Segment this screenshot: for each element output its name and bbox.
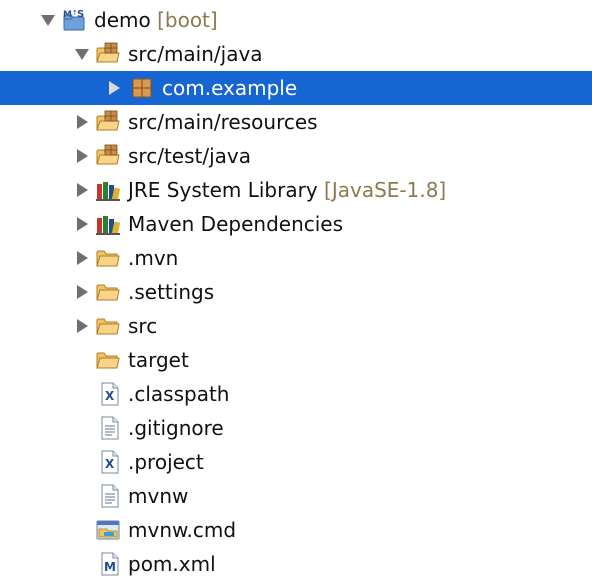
- tree-item-label: .gitignore: [128, 416, 224, 440]
- tree-item-src-main-resources[interactable]: src/main/resources: [0, 105, 592, 139]
- tree-item-label: .settings: [128, 280, 215, 304]
- tree-item-mvnw-cmd-file[interactable]: mvnw.cmd: [0, 513, 592, 547]
- collapse-arrow-icon[interactable]: [74, 250, 90, 266]
- tree-item-pom-xml-file[interactable]: M pom.xml: [0, 547, 592, 581]
- tree-item-settings-folder[interactable]: .settings: [0, 275, 592, 309]
- tree-item-gitignore-file[interactable]: .gitignore: [0, 411, 592, 445]
- source-folder-icon: [96, 110, 120, 131]
- collapse-arrow-icon[interactable]: [74, 114, 90, 130]
- tree-item-project-file[interactable]: X .project: [0, 445, 592, 479]
- expand-arrow-icon[interactable]: [74, 46, 90, 62]
- folder-icon: [96, 250, 120, 267]
- source-folder-icon: [96, 144, 120, 165]
- text-file-icon: [101, 416, 119, 440]
- svg-text:X: X: [105, 457, 115, 471]
- tree-item-mvnw-file[interactable]: mvnw: [0, 479, 592, 513]
- xml-file-icon: X: [101, 382, 119, 406]
- tree-item-decoration: [boot]: [157, 8, 218, 32]
- collapse-arrow-icon[interactable]: [74, 216, 90, 232]
- tree-item-label: target: [128, 348, 189, 372]
- tree-item-label: JRE System Library: [128, 178, 318, 202]
- tree-item-label: .project: [128, 450, 204, 474]
- tree-item-label: .mvn: [128, 246, 179, 270]
- tree-item-label: src/test/java: [128, 144, 251, 168]
- maven-pom-icon: M: [101, 552, 119, 576]
- tree-item-classpath-file[interactable]: X .classpath: [0, 377, 592, 411]
- tree-item-label: pom.xml: [128, 552, 216, 576]
- tree-item-mvn-folder[interactable]: .mvn: [0, 241, 592, 275]
- tree-item-src-main-java[interactable]: src/main/java: [0, 37, 592, 71]
- folder-icon: [96, 318, 120, 335]
- tree-item-label: Maven Dependencies: [128, 212, 344, 236]
- tree-item-label: src/main/resources: [128, 110, 318, 134]
- tree-item-label: src/main/java: [128, 42, 263, 66]
- maven-project-icon: M ↑ S: [63, 9, 85, 31]
- source-folder-icon: [96, 42, 120, 63]
- tree-item-label: demo: [94, 8, 151, 32]
- svg-text:M: M: [104, 560, 116, 574]
- cmd-file-icon: [96, 520, 120, 540]
- library-icon: [96, 182, 120, 201]
- tree-item-jre-system-library[interactable]: JRE System Library [JavaSE-1.8]: [0, 173, 592, 207]
- svg-text:S: S: [77, 9, 84, 20]
- tree-item-com-example[interactable]: com.example: [0, 71, 592, 105]
- collapse-arrow-icon[interactable]: [106, 80, 122, 96]
- tree-item-label: src: [128, 314, 158, 338]
- collapse-arrow-icon[interactable]: [74, 182, 90, 198]
- svg-text:M: M: [63, 10, 72, 20]
- folder-icon: [96, 284, 120, 301]
- collapse-arrow-icon[interactable]: [74, 148, 90, 164]
- tree-item-label: mvnw.cmd: [128, 518, 237, 542]
- tree-item-maven-dependencies[interactable]: Maven Dependencies: [0, 207, 592, 241]
- tree-item-label: mvnw: [128, 484, 189, 508]
- package-icon: [132, 78, 152, 98]
- tree-item-target-folder[interactable]: target: [0, 343, 592, 377]
- tree-item-src-test-java[interactable]: src/test/java: [0, 139, 592, 173]
- tree-item-demo[interactable]: M ↑ S demo [boot]: [0, 3, 592, 37]
- folder-icon: [96, 352, 120, 369]
- collapse-arrow-icon[interactable]: [74, 284, 90, 300]
- tree-item-label: .classpath: [128, 382, 230, 406]
- svg-text:X: X: [105, 389, 115, 403]
- tree-item-decoration: [JavaSE-1.8]: [324, 178, 447, 202]
- xml-file-icon: X: [101, 450, 119, 474]
- tree-item-src-folder[interactable]: src: [0, 309, 592, 343]
- expand-arrow-icon[interactable]: [40, 12, 56, 28]
- tree-item-label: com.example: [162, 76, 298, 100]
- text-file-icon: [101, 484, 119, 508]
- library-icon: [96, 216, 120, 235]
- collapse-arrow-icon[interactable]: [74, 318, 90, 334]
